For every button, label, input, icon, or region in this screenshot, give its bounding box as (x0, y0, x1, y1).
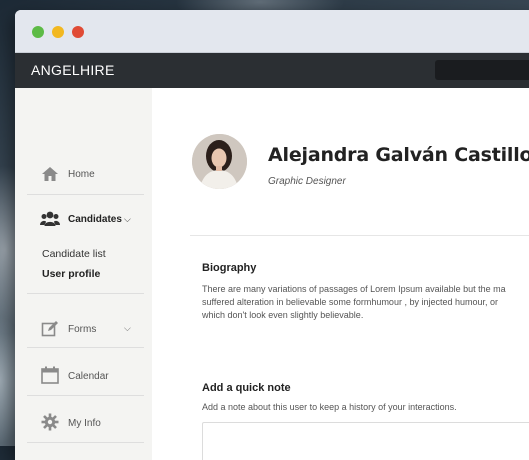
app-header: ANGELHIRE (15, 53, 529, 88)
profile-role: Graphic Designer (268, 176, 346, 187)
window-titlebar (15, 10, 529, 53)
chevron-down-icon: ⌵ (124, 323, 131, 333)
quick-note-heading: Add a quick note (202, 382, 291, 394)
sidebar-subitem-user-profile[interactable]: User profile (42, 268, 100, 280)
sidebar-subitem-candidate-list[interactable]: Candidate list (42, 248, 106, 260)
profile-name: Alejandra Galván Castillo (268, 144, 529, 166)
biography-line: There are many variations of passages of… (202, 284, 506, 294)
window-zoom-button[interactable] (32, 26, 44, 38)
app-window: ANGELHIRE Home Candidates ⌵ Candidate li… (15, 10, 529, 460)
sidebar-divider (27, 395, 144, 396)
users-icon (40, 211, 60, 226)
sidebar-item-label: Candidates (68, 214, 122, 225)
sidebar-item-label: Home (68, 169, 95, 180)
quick-note-subtitle: Add a note about this user to keep a his… (202, 402, 457, 412)
gear-icon (41, 413, 59, 431)
biography-text: There are many variations of passages of… (202, 283, 529, 322)
profile-content: Alejandra Galván Castillo Graphic Design… (152, 88, 529, 460)
biography-line: which don't look even slightly believabl… (202, 310, 364, 320)
sidebar-item-forms[interactable]: Forms ⌵ (15, 306, 152, 352)
sidebar-item-label: Calendar (68, 371, 109, 382)
section-divider (190, 235, 529, 236)
brand-logo[interactable]: ANGELHIRE (31, 62, 115, 78)
sidebar-item-calendar[interactable]: Calendar (15, 352, 152, 398)
quick-note-textarea[interactable] (202, 422, 529, 460)
biography-line: suffered alteration in believable some f… (202, 297, 498, 307)
calendar-icon (41, 366, 59, 384)
sidebar-item-candidates[interactable]: Candidates ⌵ (15, 197, 152, 243)
biography-heading: Biography (202, 262, 257, 274)
sidebar-item-my-info[interactable]: My Info (15, 399, 152, 445)
window-minimize-button[interactable] (52, 26, 64, 38)
sidebar-item-home[interactable]: Home (15, 151, 152, 197)
sidebar-divider (27, 293, 144, 294)
chevron-down-icon: ⌵ (124, 214, 131, 224)
sidebar: Home Candidates ⌵ Candidate list User pr… (15, 88, 153, 460)
sidebar-divider (27, 194, 144, 195)
avatar (192, 134, 247, 189)
sidebar-divider (27, 442, 144, 443)
window-close-button[interactable] (72, 26, 84, 38)
edit-icon (41, 321, 58, 337)
sidebar-item-label: Forms (68, 324, 97, 335)
sidebar-divider (27, 347, 144, 348)
header-search-input[interactable] (435, 60, 529, 80)
sidebar-item-label: My Info (68, 418, 101, 429)
home-icon (42, 167, 58, 181)
